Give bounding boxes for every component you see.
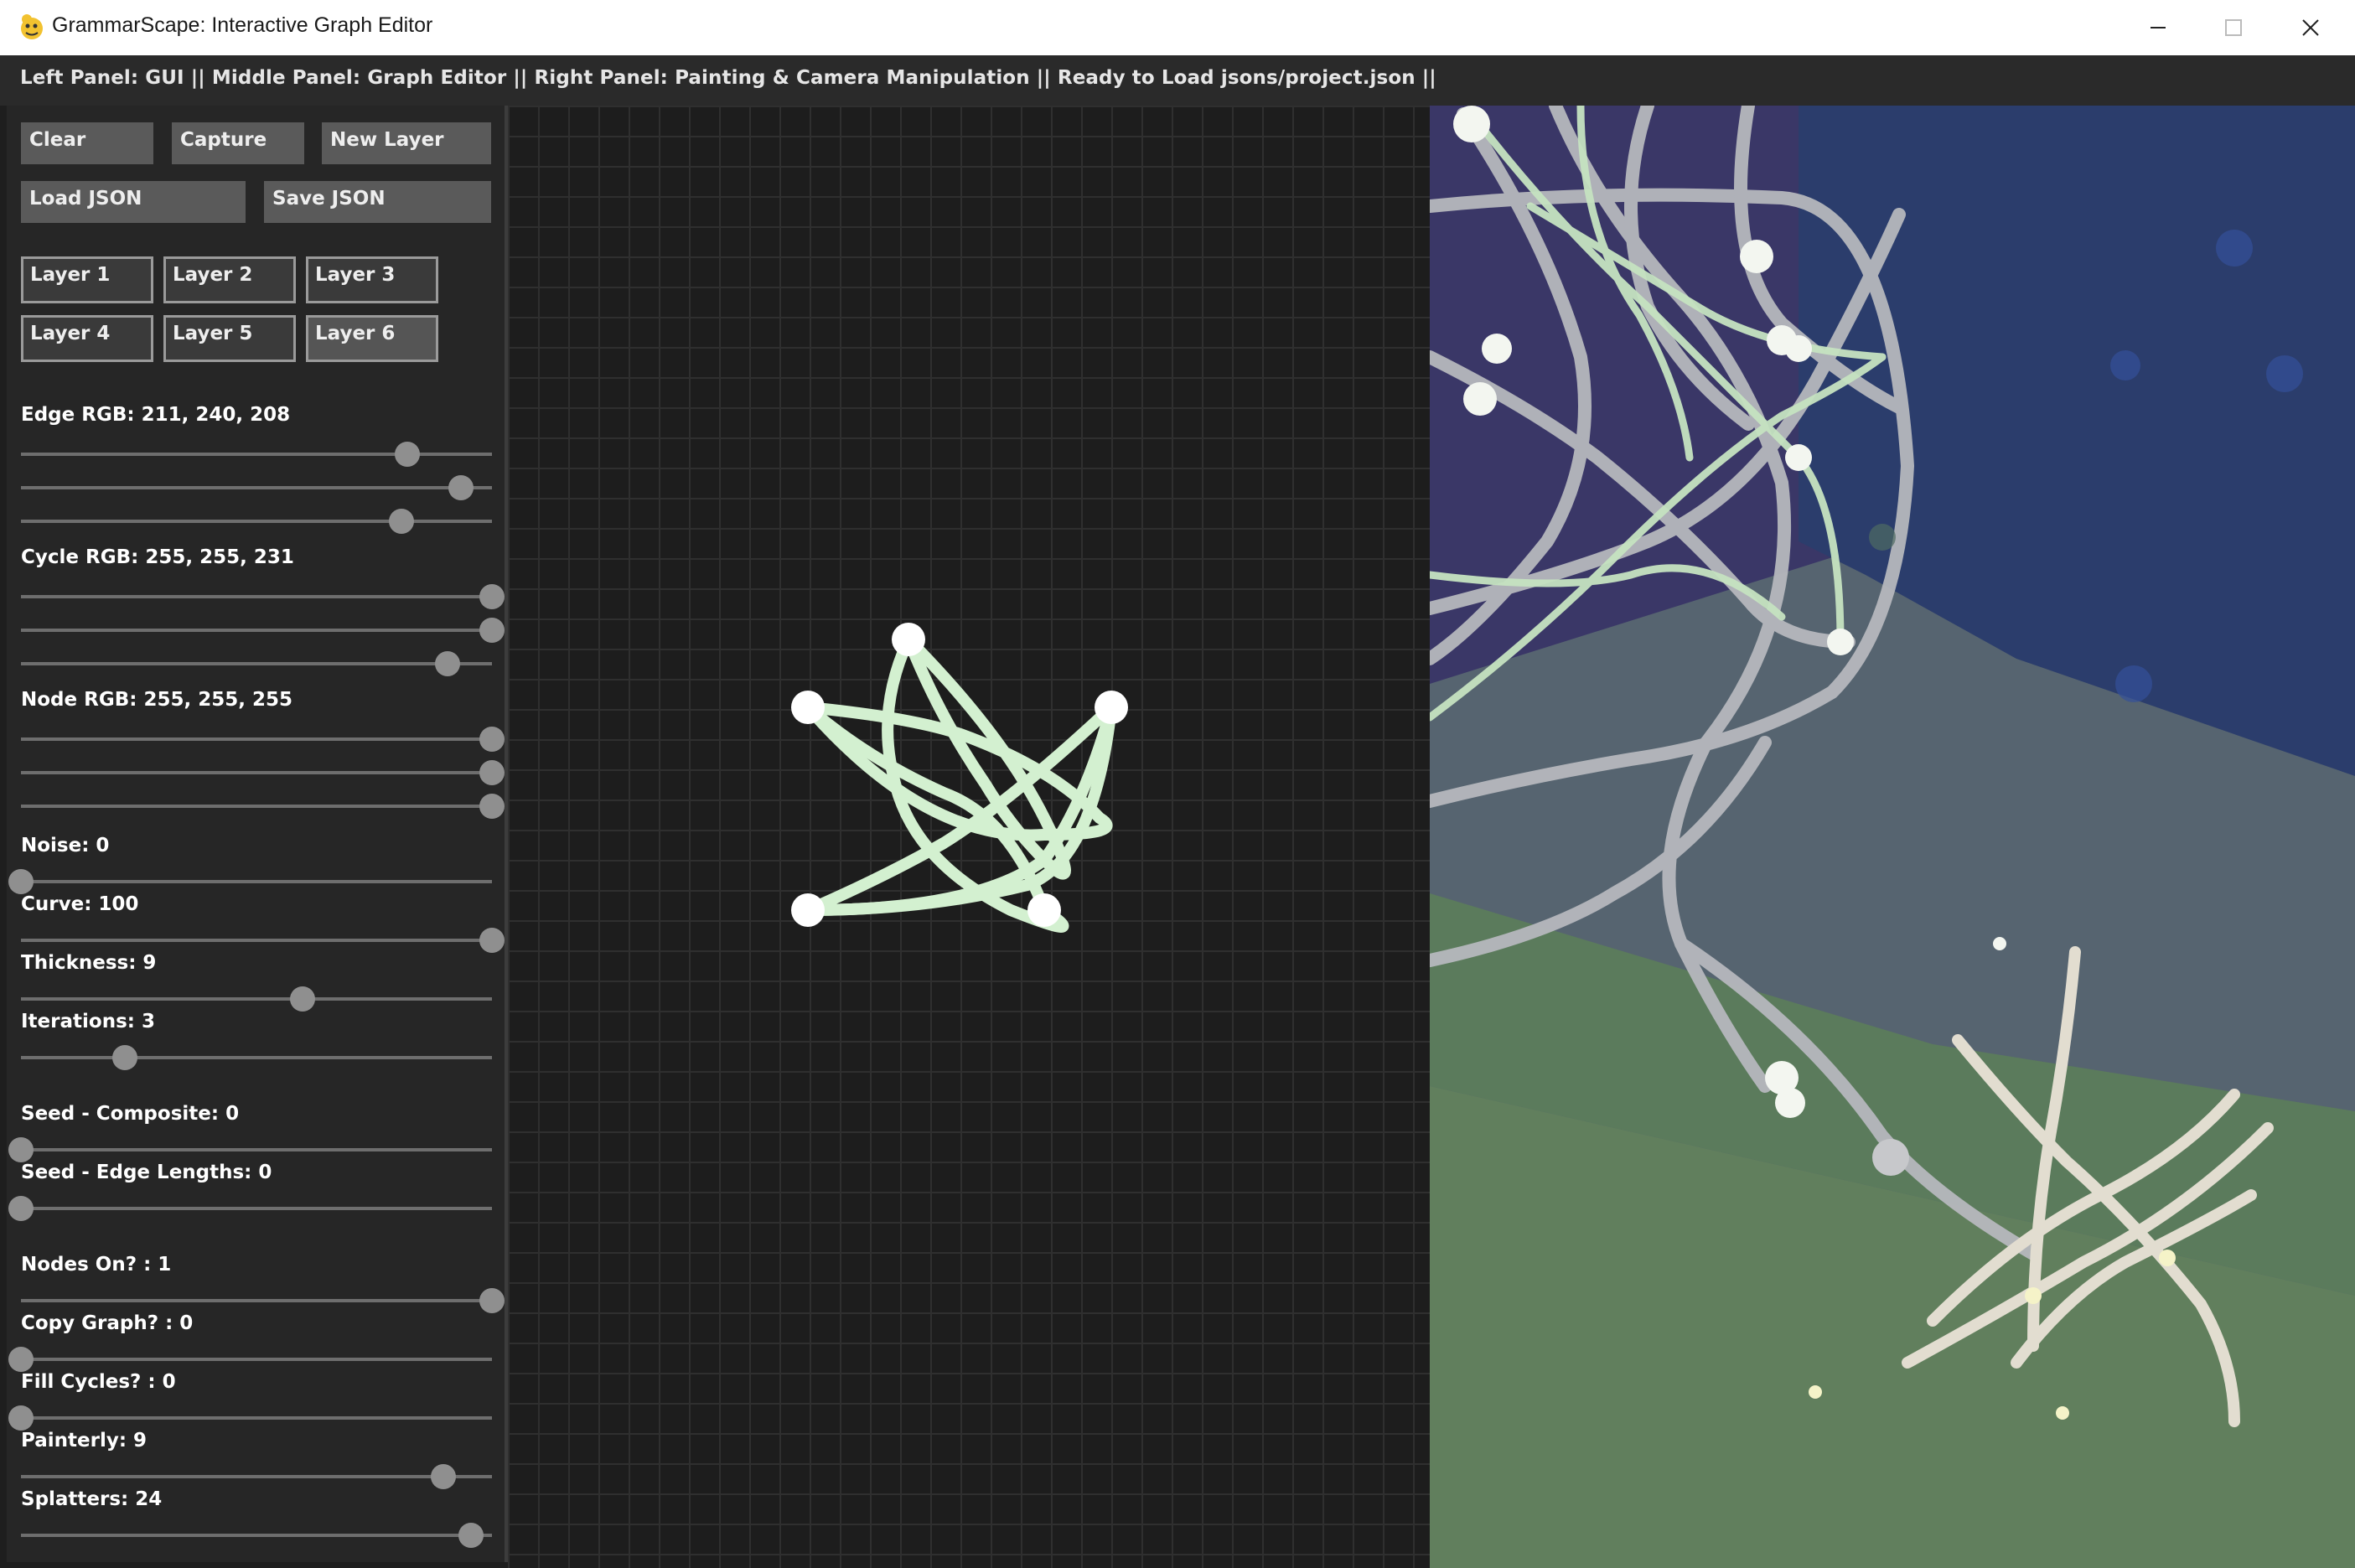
load-json-button[interactable]: Load JSON <box>21 181 246 223</box>
iterations-label: Iterations: 3 <box>21 1011 155 1032</box>
curve-label: Curve: 100 <box>21 893 139 915</box>
noise-slider[interactable] <box>8 869 492 894</box>
noise-label: Noise: 0 <box>21 835 110 856</box>
graph-node[interactable] <box>1027 893 1061 927</box>
minimize-button[interactable] <box>2120 0 2196 55</box>
cycle-rgb-label: Cycle RGB: 255, 255, 231 <box>21 546 294 568</box>
slider-knob[interactable] <box>479 928 505 953</box>
maximize-icon <box>2225 19 2242 36</box>
maximize-button[interactable] <box>2196 0 2271 55</box>
app-icon <box>21 14 43 39</box>
window-title: GrammarScape: Interactive Graph Editor <box>52 13 433 37</box>
seed-composite-label: Seed - Composite: 0 <box>21 1103 240 1125</box>
layer-4-button[interactable]: Layer 4 <box>21 315 153 362</box>
graph-node[interactable] <box>791 893 825 927</box>
iterations-slider[interactable] <box>21 1045 492 1070</box>
slider-knob[interactable] <box>290 986 315 1012</box>
status-text: Left Panel: GUI || Middle Panel: Graph E… <box>20 67 1436 89</box>
splatters-label: Splatters: 24 <box>21 1488 163 1510</box>
close-button[interactable] <box>2273 0 2348 55</box>
slider-knob[interactable] <box>479 794 505 819</box>
layer-1-button[interactable]: Layer 1 <box>21 256 153 303</box>
gui-panel: Clear Capture New Layer Load JSON Save J… <box>7 106 508 1562</box>
painterly-slider[interactable] <box>21 1464 492 1489</box>
graph-node[interactable] <box>791 691 825 724</box>
seed-composite-slider[interactable] <box>8 1137 492 1162</box>
slider-knob[interactable] <box>8 1137 34 1162</box>
graph-node[interactable] <box>1095 691 1128 724</box>
save-json-button[interactable]: Save JSON <box>264 181 491 223</box>
capture-button[interactable]: Capture <box>172 122 304 164</box>
slider-knob[interactable] <box>389 509 414 534</box>
nodes-on-slider[interactable] <box>21 1288 505 1313</box>
slider-knob[interactable] <box>479 727 505 752</box>
slider-knob[interactable] <box>8 1405 34 1431</box>
slider-knob[interactable] <box>479 618 505 643</box>
close-icon <box>2302 19 2319 36</box>
graph-edge[interactable] <box>802 701 1113 841</box>
clear-button[interactable]: Clear <box>21 122 153 164</box>
node-rgb-label: Node RGB: 255, 255, 255 <box>21 689 292 711</box>
painting-canvas[interactable] <box>1430 106 2355 1568</box>
cycle-green-slider[interactable] <box>21 618 505 643</box>
slider-knob[interactable] <box>431 1464 456 1489</box>
slider-knob[interactable] <box>112 1045 137 1070</box>
curve-slider[interactable] <box>21 928 505 953</box>
slider-knob[interactable] <box>435 651 460 676</box>
graph-edges <box>802 634 1117 933</box>
fill-cycles-label: Fill Cycles? : 0 <box>21 1371 176 1393</box>
slider-knob[interactable] <box>479 1288 505 1313</box>
layer-2-button[interactable]: Layer 2 <box>163 256 296 303</box>
nodes-on-label: Nodes On? : 1 <box>21 1254 172 1276</box>
graph-node[interactable] <box>892 623 925 656</box>
slider-knob[interactable] <box>8 869 34 894</box>
node-blue-slider[interactable] <box>21 794 505 819</box>
edge-blue-slider[interactable] <box>21 509 492 534</box>
node-red-slider[interactable] <box>21 727 505 752</box>
graph-drawing[interactable] <box>508 106 1430 1568</box>
status-bar: Left Panel: GUI || Middle Panel: Graph E… <box>0 55 2355 106</box>
copy-graph-label: Copy Graph? : 0 <box>21 1312 194 1334</box>
painterly-label: Painterly: 9 <box>21 1430 148 1452</box>
slider-knob[interactable] <box>479 584 505 609</box>
cycle-blue-slider[interactable] <box>21 651 492 676</box>
thickness-slider[interactable] <box>21 986 492 1012</box>
layer-6-button[interactable]: Layer 6 <box>306 315 438 362</box>
seed-edge-lengths-slider[interactable] <box>8 1196 492 1221</box>
edge-green-slider[interactable] <box>21 475 492 500</box>
slider-knob[interactable] <box>395 442 420 467</box>
slider-knob[interactable] <box>458 1523 484 1548</box>
graph-editor-canvas[interactable] <box>508 106 1430 1568</box>
seed-edge-lengths-label: Seed - Edge Lengths: 0 <box>21 1162 272 1183</box>
title-bar: GrammarScape: Interactive Graph Editor <box>0 0 2355 56</box>
slider-knob[interactable] <box>448 475 474 500</box>
slider-knob[interactable] <box>8 1196 34 1221</box>
thickness-label: Thickness: 9 <box>21 952 157 974</box>
slider-knob[interactable] <box>8 1347 34 1372</box>
copy-graph-slider[interactable] <box>8 1347 492 1372</box>
painting-drawing <box>1430 106 2355 1568</box>
layer-3-button[interactable]: Layer 3 <box>306 256 438 303</box>
edge-rgb-label: Edge RGB: 211, 240, 208 <box>21 404 291 426</box>
layer-5-button[interactable]: Layer 5 <box>163 315 296 362</box>
edge-red-slider[interactable] <box>21 442 492 467</box>
node-green-slider[interactable] <box>21 760 505 785</box>
minimize-icon <box>2151 27 2166 28</box>
cycle-red-slider[interactable] <box>21 584 505 609</box>
new-layer-button[interactable]: New Layer <box>322 122 491 164</box>
slider-knob[interactable] <box>479 760 505 785</box>
fill-cycles-slider[interactable] <box>8 1405 492 1431</box>
splatters-slider[interactable] <box>21 1523 492 1548</box>
